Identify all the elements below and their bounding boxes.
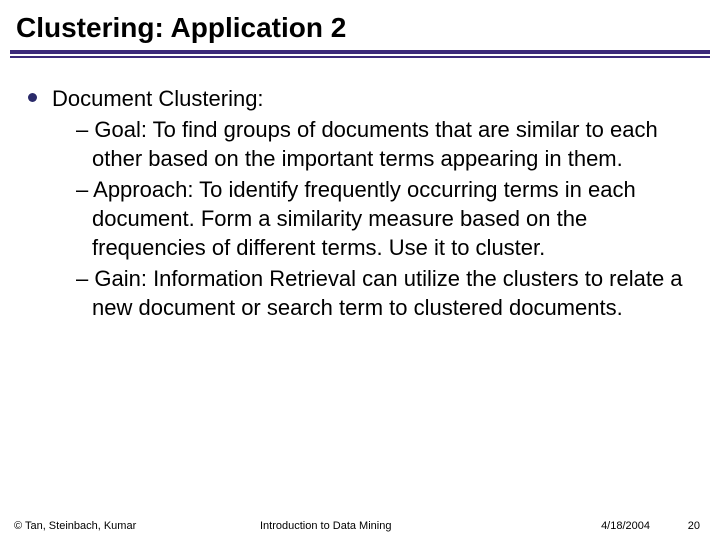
footer-course: Introduction to Data Mining — [260, 520, 391, 532]
sub-item-approach: – Approach: To identify frequently occur… — [76, 175, 690, 262]
dash-icon: – — [76, 266, 94, 291]
slide-title: Clustering: Application 2 — [0, 0, 720, 50]
footer-copyright: © Tan, Steinbach, Kumar — [14, 520, 136, 532]
footer-date: 4/18/2004 — [601, 520, 650, 532]
slide-body: Document Clustering: – Goal: To find gro… — [0, 58, 720, 322]
bullet-icon — [28, 93, 37, 102]
sub-item-goal: – Goal: To find groups of documents that… — [76, 115, 690, 173]
sub-text: : To find groups of documents that are s… — [92, 117, 658, 171]
sub-label: Approach — [93, 177, 187, 202]
footer-page: 20 — [688, 520, 700, 532]
sub-text: : Information Retrieval can utilize the … — [92, 266, 683, 320]
main-bullet-text: Document Clustering: — [52, 84, 690, 113]
dash-icon: – — [76, 177, 93, 202]
sub-label: Goal — [94, 117, 140, 142]
sub-label: Gain — [94, 266, 140, 291]
sub-bullet-list: – Goal: To find groups of documents that… — [52, 113, 690, 322]
sub-item-gain: – Gain: Information Retrieval can utiliz… — [76, 264, 690, 322]
dash-icon: – — [76, 117, 94, 142]
title-rule-thick — [10, 50, 710, 54]
